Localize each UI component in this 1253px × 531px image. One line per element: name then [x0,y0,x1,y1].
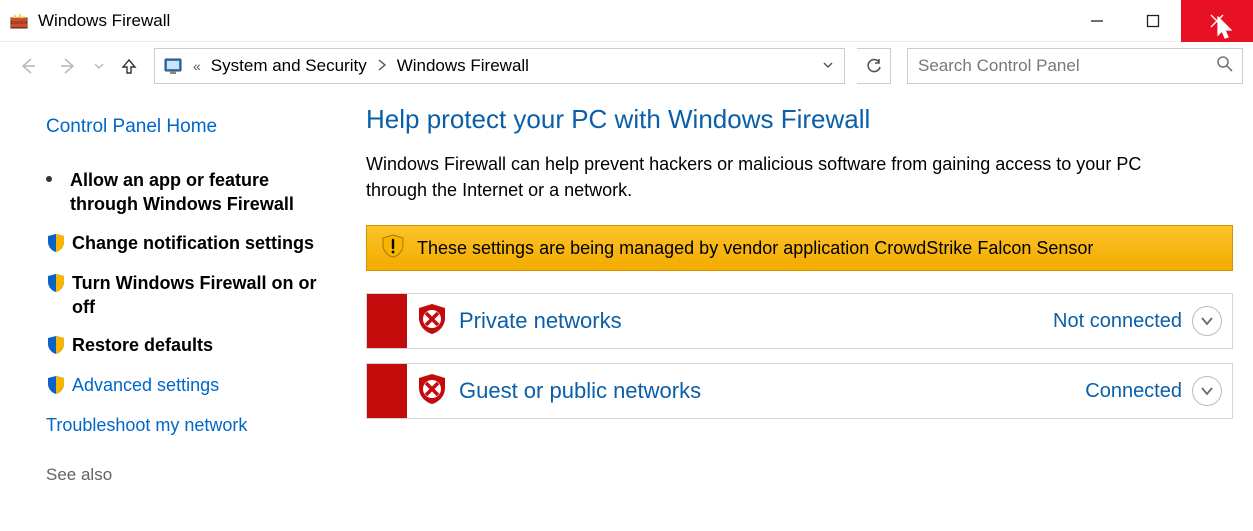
network-section-private[interactable]: Private networks Not connected [366,293,1233,349]
see-also-heading: See also [46,465,332,485]
sidebar-item-label: Restore defaults [72,333,213,357]
sidebar-item-advanced-settings[interactable]: Advanced settings [46,373,332,399]
minimize-button[interactable] [1069,0,1125,42]
sidebar-item-turn-on-off[interactable]: Turn Windows Firewall on or off [46,271,332,320]
title-bar: Windows Firewall [0,0,1253,42]
close-button[interactable] [1181,0,1253,42]
sidebar-item-label: Change notification settings [72,231,314,255]
breadcrumb-segment[interactable]: System and Security [207,56,371,76]
control-panel-icon [163,56,183,76]
firewall-app-icon [10,12,28,30]
expand-chevron-icon[interactable] [1192,376,1222,406]
sidebar-item-label: Turn Windows Firewall on or off [72,271,332,320]
breadcrumb-separator-icon[interactable] [377,58,387,75]
forward-button[interactable] [50,48,86,84]
window-title: Windows Firewall [38,11,170,31]
sidebar-item-label: Allow an app or feature through Windows … [70,168,332,217]
back-button[interactable] [10,48,46,84]
search-input[interactable]: Search Control Panel [907,48,1243,84]
sidebar-item-label: Advanced settings [72,373,219,397]
network-section-title: Guest or public networks [459,378,1085,404]
managed-by-vendor-banner: These settings are being managed by vend… [366,225,1233,271]
breadcrumb-segment[interactable]: Windows Firewall [393,56,533,76]
main-content: Help protect your PC with Windows Firewa… [350,90,1253,531]
shield-icon [46,233,66,253]
shield-icon [46,375,66,395]
warning-shield-icon [381,234,405,262]
page-heading: Help protect your PC with Windows Firewa… [366,104,1233,135]
network-section-status: Connected [1085,380,1182,403]
control-panel-home-link[interactable]: Control Panel Home [46,116,332,138]
sidebar-item-troubleshoot[interactable]: Troubleshoot my network [46,413,332,439]
network-section-title: Private networks [459,308,1053,334]
shield-icon [46,273,66,293]
maximize-button[interactable] [1125,0,1181,42]
status-color-strip [367,294,407,348]
sidebar-item-restore-defaults[interactable]: Restore defaults [46,333,332,359]
network-section-public[interactable]: Guest or public networks Connected [366,363,1233,419]
blocked-shield-icon [415,302,449,340]
status-color-strip [367,364,407,418]
shield-icon [46,335,66,355]
sidebar-item-allow-app[interactable]: Allow an app or feature through Windows … [46,168,332,217]
sidebar-item-label: Troubleshoot my network [46,413,247,437]
page-description: Windows Firewall can help prevent hacker… [366,151,1206,203]
address-dropdown-button[interactable] [816,58,840,75]
search-placeholder: Search Control Panel [918,56,1216,76]
recent-locations-button[interactable] [90,48,108,84]
up-button[interactable] [112,48,146,84]
network-section-status: Not connected [1053,310,1182,333]
navigation-toolbar: « System and Security Windows Firewall S… [0,42,1253,90]
refresh-button[interactable] [857,48,891,84]
bullet-icon [46,176,70,182]
sidebar-item-change-notifications[interactable]: Change notification settings [46,231,332,257]
search-icon [1216,55,1234,78]
blocked-shield-icon [415,372,449,410]
sidebar: Control Panel Home Allow an app or featu… [0,90,350,531]
address-bar[interactable]: « System and Security Windows Firewall [154,48,845,84]
expand-chevron-icon[interactable] [1192,306,1222,336]
path-overflow-chevrons-icon[interactable]: « [193,58,201,74]
banner-text: These settings are being managed by vend… [417,238,1093,259]
